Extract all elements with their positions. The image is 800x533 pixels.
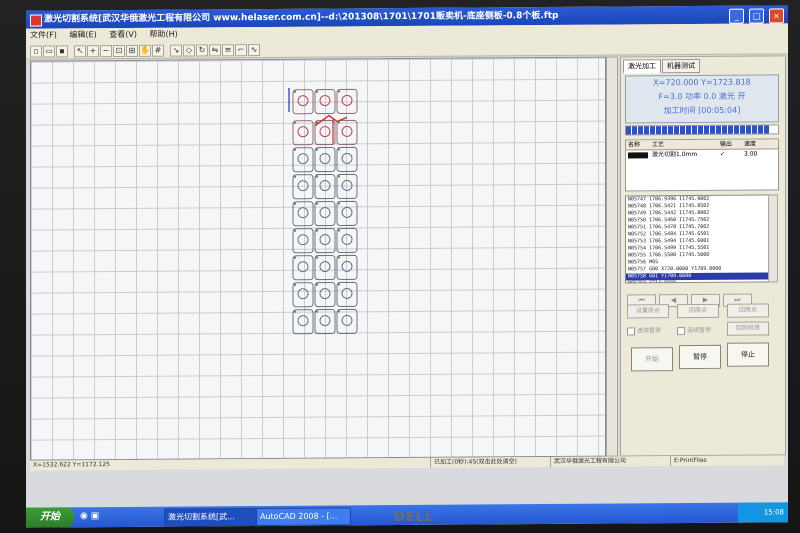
col-output: 输出: [720, 140, 733, 148]
new-icon[interactable]: ▫: [30, 45, 42, 58]
task-autocad[interactable]: AutoCAD 2008 - [...: [256, 507, 351, 527]
panel-tabs: 激光加工 机器测试: [623, 58, 701, 74]
menu-file[interactable]: 文件(F): [30, 30, 57, 39]
quick-launch: ◉ ▣: [80, 511, 99, 521]
col-process: 工艺: [652, 141, 665, 149]
pan-icon[interactable]: ✋: [139, 44, 151, 57]
status-state[interactable]: 已加工(0秒):4S(双击此处清空): [430, 457, 517, 468]
rotate-icon[interactable]: ↻: [196, 44, 208, 57]
menu-edit[interactable]: 编辑(E): [69, 30, 96, 39]
monitor-logo: DELL: [394, 510, 435, 525]
status-company: 武汉华俄激光工程有限公司: [550, 456, 627, 468]
layer-output-check[interactable]: ✓: [718, 150, 742, 159]
desktop-icon[interactable]: ▣: [91, 511, 100, 521]
grid-icon[interactable]: #: [152, 44, 164, 57]
gcode-list[interactable]: N05747 1706.9396 I1745.9002 N05748 1706.5…: [625, 194, 769, 284]
table-row[interactable]: 激光切割1.0mm ✓ 3.00: [626, 149, 778, 159]
pointer-icon[interactable]: ↘: [170, 44, 182, 57]
close-button[interactable]: ×: [769, 8, 784, 24]
app-icon: [30, 14, 42, 27]
continuous-pause-checkbox[interactable]: 连续暂停: [627, 325, 661, 335]
canvas-scrollbar[interactable]: [606, 56, 618, 457]
gcode-line[interactable]: N05759 X714.0000: [626, 279, 768, 283]
system-tray: 15:08: [738, 502, 788, 523]
maximize-button[interactable]: □: [749, 8, 765, 24]
path-icon[interactable]: ∿: [248, 44, 260, 57]
screen: 激光切割系统[武汉华俄激光工程有限公司 www.helaser.com.cn]-…: [26, 5, 788, 528]
pause-button[interactable]: 暂停: [679, 344, 721, 370]
clock: 15:08: [763, 508, 784, 517]
layer-speed: 3.00: [744, 150, 758, 158]
layer-table: 名称 工艺 输出 速度 激光切割1.0mm ✓ 3.00: [625, 138, 779, 192]
status-coords: X=1532.622 Y=1172.125: [33, 461, 110, 469]
continuous-pause-checkbox-2[interactable]: 连续暂停: [677, 325, 711, 335]
machine-home-button[interactable]: 回到机原: [727, 321, 769, 336]
zoom-in-icon[interactable]: +: [87, 45, 99, 58]
col-name: 名称: [628, 141, 641, 149]
progress-bar: [625, 124, 779, 136]
return-origin-button[interactable]: 回原点: [677, 303, 719, 319]
status-extra: E:PrintFiles: [670, 455, 707, 467]
col-speed: 速度: [744, 140, 757, 148]
time-readout: 加工时间 [00:05:04]: [663, 105, 741, 116]
layer-process[interactable]: 激光切割1.0mm: [650, 150, 718, 159]
start-button[interactable]: 开始: [631, 347, 673, 372]
power-readout: F=3.0 功率 0.0 激光 开: [658, 91, 746, 102]
task-laser-system[interactable]: 激光切割系统[武...: [164, 508, 257, 527]
start-button[interactable]: 开始: [26, 507, 74, 528]
drawing-canvas[interactable]: [30, 56, 606, 461]
layer-color-swatch: [628, 151, 648, 158]
menu-help[interactable]: 帮助(H): [150, 30, 178, 39]
zoom-window-icon[interactable]: ⊡: [113, 44, 125, 58]
zoom-out-icon[interactable]: −: [100, 45, 112, 58]
mirror-icon[interactable]: ⇋: [209, 44, 221, 57]
stop-button[interactable]: 停止: [727, 342, 769, 367]
progress-fill: [626, 125, 771, 135]
tab-machine-test[interactable]: 机器测试: [662, 58, 700, 74]
lead-icon[interactable]: ⌐: [235, 44, 247, 57]
tab-laser-process[interactable]: 激光加工: [623, 59, 661, 74]
menu-view[interactable]: 查看(V): [109, 30, 137, 39]
ie-icon[interactable]: ◉: [80, 511, 88, 521]
node-edit-icon[interactable]: ◇: [183, 44, 195, 57]
select-icon[interactable]: ↖: [74, 45, 86, 58]
gcode-scrollbar[interactable]: [768, 194, 778, 283]
array-icon[interactable]: ≡: [222, 44, 234, 57]
minimize-button[interactable]: _: [729, 8, 745, 24]
control-panel: 激光加工 机器测试 X=720.000 Y=1723.818 F=3.0 功率 0…: [620, 55, 786, 457]
open-icon[interactable]: ▭: [43, 45, 55, 58]
zoom-fit-icon[interactable]: ⊞: [126, 44, 138, 57]
machine-status: X=720.000 Y=1723.818 F=3.0 功率 0.0 激光 开 加…: [625, 74, 779, 124]
save-icon[interactable]: ▪: [56, 45, 68, 58]
set-origin-button[interactable]: 设置原点: [627, 304, 669, 319]
part-layout: [288, 87, 358, 335]
return-origin-button-2[interactable]: 回原点: [727, 303, 769, 318]
coord-readout: X=720.000 Y=1723.818: [653, 77, 751, 88]
